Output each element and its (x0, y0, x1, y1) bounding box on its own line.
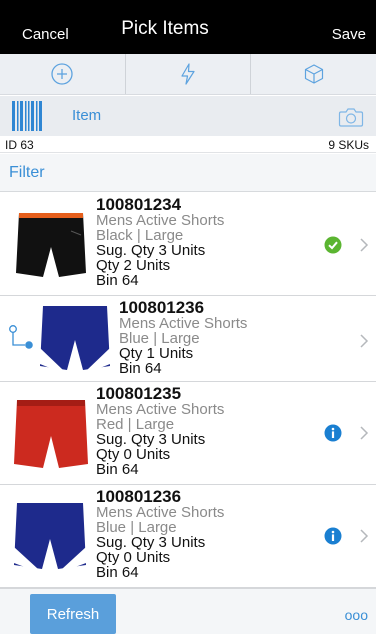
item-bin: Bin 64 (96, 564, 139, 581)
item-suggested-qty: Sug. Qty 3 Units (96, 534, 206, 551)
item-variant: Black | Large (96, 227, 184, 244)
summary-row: ID 63 9 SKUs (0, 136, 376, 153)
item-suggested-qty: Sug. Qty 3 Units (96, 242, 206, 259)
item-name: Mens Active Shorts (119, 315, 248, 332)
add-circle-icon (51, 63, 73, 85)
item-variant: Blue | Large (119, 330, 200, 347)
transaction-id: ID 63 (5, 138, 34, 152)
save-button[interactable]: Save (332, 26, 366, 43)
add-button[interactable] (0, 54, 126, 94)
chevron-right-icon (360, 238, 369, 252)
item-qty: Qty 0 Units (96, 446, 171, 463)
filter-button[interactable]: Filter (9, 164, 45, 182)
list-item[interactable]: 100801234 Mens Active Shorts Black | Lar… (0, 193, 376, 296)
toolbar (0, 54, 376, 95)
barcode-icon[interactable] (11, 100, 45, 132)
item-name: Mens Active Shorts (96, 401, 225, 418)
item-name: Mens Active Shorts (96, 212, 225, 229)
item-code: 100801236 (119, 298, 205, 317)
footer-bar: Refresh ooo (0, 588, 376, 634)
product-image (16, 213, 86, 277)
chevron-right-icon (360, 426, 369, 440)
product-image (14, 400, 88, 468)
camera-icon[interactable] (338, 106, 364, 128)
top-bar: Cancel Pick Items Save (0, 0, 376, 54)
list-item[interactable]: 100801236 Mens Active Shorts Blue | Larg… (0, 485, 376, 588)
page-title: Pick Items (121, 18, 209, 39)
refresh-button[interactable]: Refresh (30, 594, 116, 634)
item-qty: Qty 2 Units (96, 257, 171, 274)
item-code: 100801236 (96, 487, 182, 506)
scan-item-label: Item (72, 107, 102, 124)
product-image (40, 306, 110, 370)
list-item[interactable]: 100801236 Mens Active Shorts Blue | Larg… (0, 296, 376, 382)
check-icon (324, 236, 342, 254)
item-variant: Blue | Large (96, 519, 177, 536)
product-image (14, 503, 86, 569)
item-qty: Qty 0 Units (96, 549, 171, 566)
quick-action-button[interactable] (126, 54, 252, 94)
item-code: 100801234 (96, 195, 182, 214)
info-icon[interactable] (324, 424, 342, 442)
list-item[interactable]: 100801235 Mens Active Shorts Red | Large… (0, 382, 376, 485)
filter-row[interactable]: Filter (0, 154, 376, 192)
item-name: Mens Active Shorts (96, 504, 225, 521)
path-icon (9, 325, 33, 349)
sku-count: 9 SKUs (328, 138, 369, 152)
scan-bar[interactable]: Item (0, 96, 376, 136)
item-bin: Bin 64 (96, 461, 139, 478)
lightning-icon (181, 63, 195, 85)
package-button[interactable] (251, 54, 376, 94)
item-code: 100801235 (96, 384, 182, 403)
chevron-right-icon (360, 334, 369, 348)
item-qty: Qty 1 Units (119, 345, 194, 362)
item-variant: Red | Large (96, 416, 175, 433)
chevron-right-icon (360, 529, 369, 543)
more-button[interactable]: ooo (345, 607, 368, 623)
item-suggested-qty: Sug. Qty 3 Units (96, 431, 206, 448)
item-bin: Bin 64 (96, 272, 139, 289)
cube-icon (304, 64, 323, 84)
info-icon[interactable] (324, 527, 342, 545)
item-bin: Bin 64 (119, 360, 162, 377)
